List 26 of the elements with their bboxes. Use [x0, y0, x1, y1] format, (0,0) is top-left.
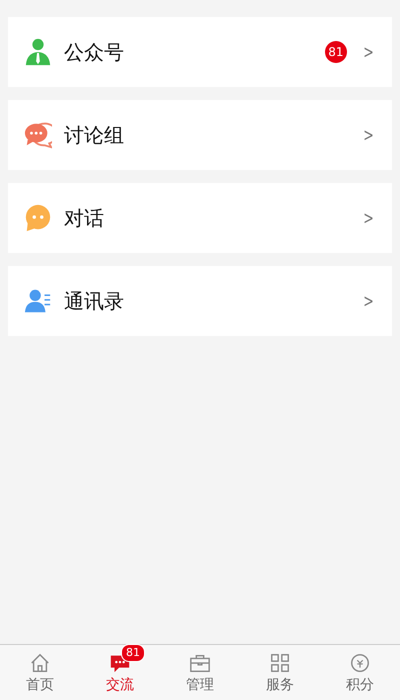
menu-label: 通讯录 [64, 288, 125, 314]
person-tie-icon [24, 38, 52, 66]
coin-icon [349, 652, 371, 674]
home-icon [29, 652, 51, 674]
tab[interactable]: 首页 [0, 645, 80, 700]
menu-label: 对话 [64, 204, 105, 232]
tab[interactable]: 81 交流 [80, 645, 160, 700]
grid-icon [269, 652, 291, 674]
chevron-icon: > [363, 124, 374, 146]
chat-bubbles-icon [24, 121, 52, 149]
chat-bubble-icon [24, 204, 52, 232]
contacts-icon [24, 287, 52, 315]
chevron-icon: > [363, 290, 374, 312]
tab[interactable]: 服务 [240, 645, 320, 700]
menu-item[interactable]: 公众号 81 > [8, 17, 392, 87]
menu-item[interactable]: 对话 > [8, 183, 392, 253]
tab[interactable]: 管理 [160, 645, 240, 700]
menu-item[interactable]: 通讯录 > [8, 266, 392, 336]
chevron-icon: > [363, 208, 374, 228]
chevron-icon: > [363, 42, 374, 62]
menu-item[interactable]: 讨论组 > [8, 100, 392, 170]
unread-count: 81 [121, 644, 145, 662]
menu-label: 公众号 [64, 38, 125, 66]
tab[interactable]: 积分 [320, 645, 400, 700]
menu-label: 讨论组 [64, 122, 125, 148]
unread-count: 81 [324, 41, 347, 63]
